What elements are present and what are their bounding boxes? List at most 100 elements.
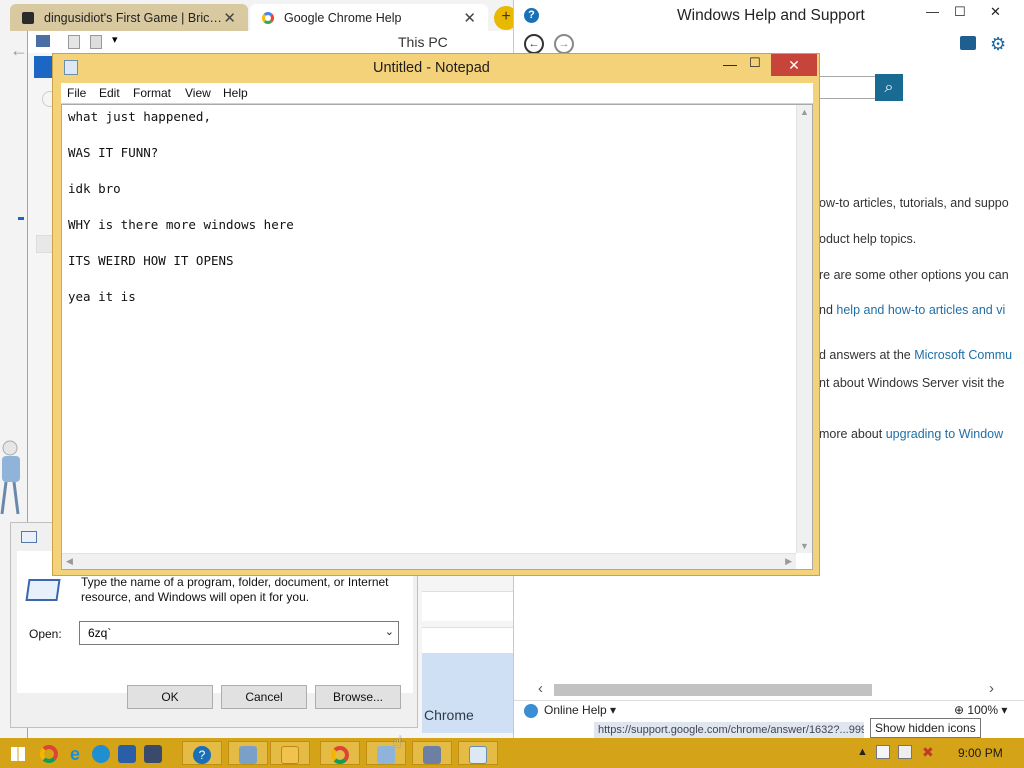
hand-cursor-icon: ☝ — [393, 734, 403, 751]
help-text-line: nt about Windows Server visit the — [819, 376, 1005, 390]
brickplanet-favicon-icon — [22, 12, 34, 24]
explorer-list-item[interactable] — [422, 591, 514, 621]
close-icon[interactable]: ✕ — [463, 9, 476, 27]
menu-file[interactable]: File — [67, 86, 86, 100]
explorer-titlebar: ▾ This PC — [28, 31, 513, 53]
help-text-line: oduct help topics. — [819, 232, 917, 246]
notepad-window: Untitled - Notepad — ☐ ✕ File Edit Forma… — [52, 53, 820, 576]
google-favicon-icon — [262, 12, 274, 24]
chrome-tab-google-help[interactable]: Google Chrome Help ✕ — [250, 4, 488, 31]
status-url: https://support.google.com/chrome/answer… — [594, 722, 864, 738]
scrollbar-thumb[interactable] — [554, 684, 872, 696]
minimize-button[interactable]: — — [926, 4, 939, 19]
computer-icon — [36, 35, 50, 47]
remote-taskbar-button[interactable] — [412, 741, 452, 765]
tab-title: dingusidiot's First Game | BrickPl — [44, 10, 224, 25]
search-icon[interactable]: ⌕ — [875, 74, 903, 101]
chrome-taskbar-button[interactable] — [320, 741, 360, 765]
close-button[interactable]: ✕ — [990, 4, 1001, 20]
menu-help[interactable]: Help — [223, 86, 248, 100]
upgrading-windows-link: upgrading to Window — [885, 427, 1004, 441]
help-titlebar: ? Windows Help and Support — ☐ ✕ — [514, 0, 1024, 30]
notepad-menubar: File Edit Format View Help — [61, 83, 813, 103]
horizontal-scrollbar[interactable]: ‹ › — [524, 680, 1010, 698]
back-arrow-icon[interactable]: ← — [10, 40, 28, 61]
open-combobox[interactable]: 6zq` ⌄ — [79, 621, 399, 645]
start-button[interactable] — [0, 741, 36, 765]
scroll-left-icon[interactable]: ‹ — [538, 680, 543, 697]
action-center-flag-icon[interactable] — [876, 745, 890, 759]
minimize-button[interactable]: — — [723, 56, 737, 72]
zoom-control[interactable]: ⊕ 100% ▾ — [954, 703, 1007, 717]
notepad-text-area[interactable]: what just happened, WAS IT FUNN? idk bro… — [61, 104, 813, 570]
ok-button[interactable]: OK — [127, 685, 213, 709]
text-line: WAS IT FUNN? — [68, 145, 159, 160]
print-icon[interactable] — [960, 36, 976, 50]
text-line: what just happened, — [68, 109, 211, 124]
internet-explorer-icon[interactable]: e — [62, 741, 88, 765]
close-button[interactable]: ✕ — [771, 54, 817, 76]
properties-icon[interactable] — [68, 35, 80, 49]
online-help-dropdown[interactable]: Online Help ▾ — [544, 703, 616, 717]
desktop-icon[interactable] — [114, 741, 140, 765]
tab-title: Google Chrome Help — [284, 10, 402, 25]
chrome-taskbar-icon[interactable] — [36, 741, 62, 765]
forward-arrow-icon[interactable]: → — [554, 34, 574, 54]
open-label: Open: — [29, 627, 62, 641]
help-text-line[interactable]: nd help and how-to articles and vi — [819, 303, 1005, 317]
help-text-line[interactable]: more about upgrading to Window — [819, 427, 1003, 441]
close-icon[interactable]: ✕ — [223, 9, 236, 27]
scroll-left-icon[interactable]: ◀ — [66, 556, 73, 567]
chrome-tab-brickplanet[interactable]: dingusidiot's First Game | BrickPl ✕ — [10, 4, 248, 31]
text-line: idk bro — [68, 181, 121, 196]
help-title: Windows Help and Support — [677, 7, 865, 24]
horizontal-scrollbar[interactable]: ◀ ▶ — [62, 553, 796, 569]
help-text-line[interactable]: d answers at the Microsoft Commu — [819, 348, 1012, 362]
notepad-taskbar-button[interactable] — [458, 741, 498, 765]
microsoft-community-link: Microsoft Commu — [914, 348, 1013, 362]
run-program-icon — [25, 579, 61, 601]
explorer-title: This PC — [398, 34, 448, 50]
globe-icon — [524, 704, 538, 718]
maximize-button[interactable]: ☐ — [749, 55, 761, 71]
remote-desktop-icon[interactable] — [140, 741, 166, 765]
control-panel-taskbar-button[interactable] — [228, 741, 268, 765]
volume-muted-icon[interactable]: ✖ — [922, 744, 934, 761]
explorer-list-item[interactable] — [422, 627, 514, 653]
clock[interactable]: 9:00 PM — [958, 746, 1003, 760]
help-text-line: ow-to articles, tutorials, and suppo — [819, 196, 1009, 210]
vertical-scrollbar[interactable]: ▲ ▼ — [796, 105, 812, 553]
scroll-right-icon[interactable]: › — [989, 680, 994, 697]
scroll-up-icon[interactable]: ▲ — [800, 107, 809, 117]
menu-format[interactable]: Format — [133, 86, 171, 100]
chrome-item-label: Chrome — [424, 707, 474, 723]
help-search-input[interactable] — [814, 76, 875, 99]
open-input-value[interactable]: 6zq` — [88, 626, 111, 640]
menu-view[interactable]: View — [185, 86, 211, 100]
sidebar-marker — [18, 217, 24, 220]
back-arrow-icon[interactable]: ← — [524, 34, 544, 54]
person-illustration-icon — [0, 440, 20, 515]
cancel-button[interactable]: Cancel — [221, 685, 307, 709]
scroll-right-icon[interactable]: ▶ — [785, 556, 792, 567]
show-hidden-icons-tooltip: Show hidden icons — [870, 718, 981, 738]
browse-button[interactable]: Browse... — [315, 685, 401, 709]
text-line: yea it is — [68, 289, 136, 304]
scroll-down-icon[interactable]: ▼ — [800, 541, 809, 551]
maximize-button[interactable]: ☐ — [954, 4, 966, 20]
show-hidden-icons-chevron-icon[interactable]: ▲ — [857, 746, 868, 758]
windows-logo-icon — [11, 747, 25, 762]
chevron-down-icon[interactable]: ⌄ — [385, 625, 394, 638]
chevron-down-icon[interactable]: ▾ — [112, 33, 118, 46]
run-icon — [21, 531, 37, 543]
menu-edit[interactable]: Edit — [99, 86, 120, 100]
edge-icon[interactable] — [88, 741, 114, 765]
text-line: ITS WEIRD HOW IT OPENS — [68, 253, 234, 268]
run-description: Type the name of a program, folder, docu… — [81, 575, 389, 604]
notepad-title: Untitled - Notepad — [373, 60, 490, 76]
gear-icon[interactable]: ⚙ — [990, 34, 1006, 55]
new-folder-icon[interactable] — [90, 35, 102, 49]
network-icon[interactable] — [898, 745, 912, 759]
help-taskbar-button[interactable]: ? — [182, 741, 222, 765]
file-explorer-taskbar-button[interactable] — [270, 741, 310, 765]
